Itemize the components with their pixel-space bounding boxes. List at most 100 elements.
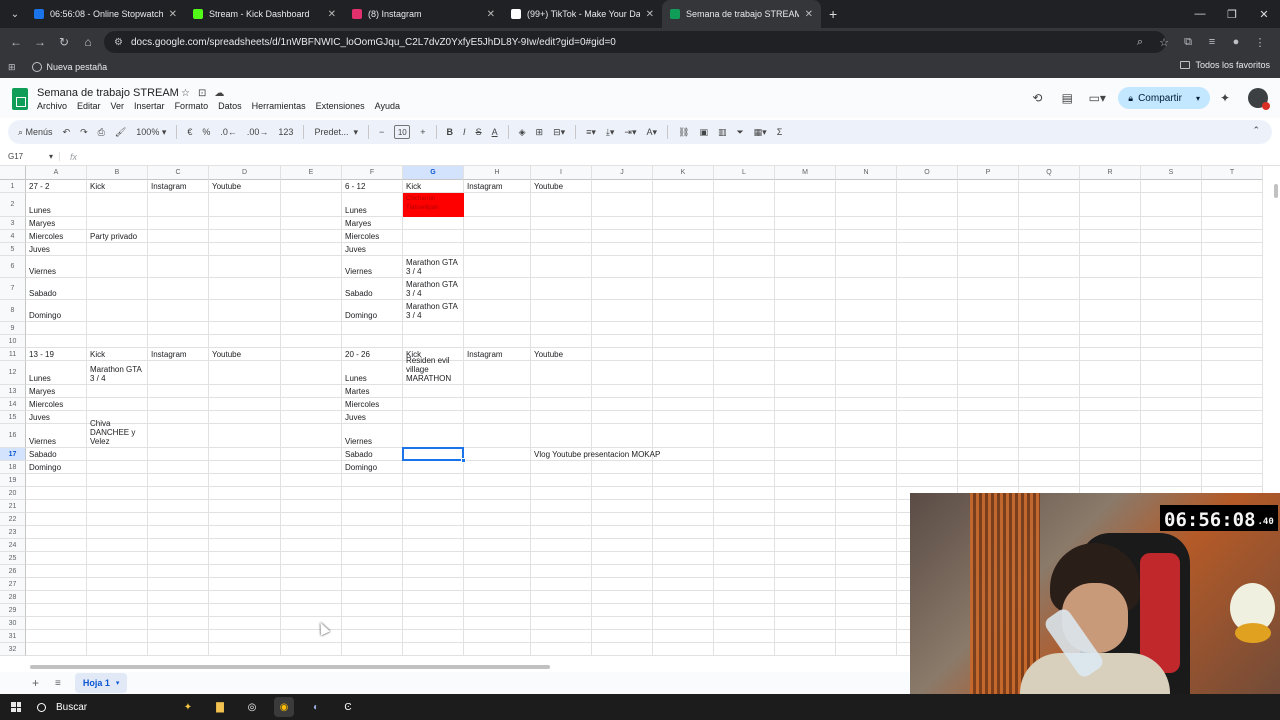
history-icon[interactable]: ⟲ xyxy=(1022,86,1052,110)
decrease-decimals[interactable]: .0 ← xyxy=(220,127,237,137)
bold-icon[interactable]: B xyxy=(447,127,454,137)
row-header[interactable]: 15 xyxy=(0,411,26,424)
column-header[interactable]: C xyxy=(148,166,209,180)
row-header[interactable]: 21 xyxy=(0,500,26,513)
fill-handle[interactable] xyxy=(461,458,466,463)
cell-a13[interactable]: Maryes xyxy=(26,385,87,398)
font-size-decrease[interactable]: − xyxy=(379,127,384,137)
cell-a4[interactable]: Miercoles xyxy=(26,230,87,243)
browser-menu-icon[interactable]: ⋮ xyxy=(1248,30,1272,54)
close-window-icon[interactable]: ✕ xyxy=(1248,0,1280,28)
bookmark-star-icon[interactable]: ☆ xyxy=(1152,30,1176,54)
row-header[interactable]: 29 xyxy=(0,604,26,617)
cell-f16[interactable]: Viernes xyxy=(342,424,403,448)
chevron-up-icon[interactable]: ⌃ xyxy=(1252,125,1260,136)
row-header[interactable]: 9 xyxy=(0,322,26,335)
column-header[interactable]: E xyxy=(281,166,342,180)
profile-icon[interactable]: ● xyxy=(1224,30,1248,54)
font-size-input[interactable]: 10 xyxy=(394,125,411,139)
zoom-icon[interactable]: ⌕ xyxy=(1128,30,1152,54)
column-header[interactable]: O xyxy=(897,166,958,180)
cell-f3[interactable]: Maryes xyxy=(342,217,403,230)
cell-i1[interactable]: Youtube xyxy=(531,180,592,193)
back-icon[interactable]: ← xyxy=(4,30,28,54)
column-header[interactable]: I xyxy=(531,166,592,180)
account-avatar[interactable] xyxy=(1248,88,1270,110)
menu-item[interactable]: Editar xyxy=(77,101,101,111)
cell-f1[interactable]: 6 - 12 xyxy=(342,180,403,193)
close-tab-icon[interactable]: ✕ xyxy=(328,9,336,20)
text-color-icon[interactable]: A xyxy=(492,127,498,137)
cell-f2[interactable]: Lunes xyxy=(342,193,403,217)
cell-f15[interactable]: Juves xyxy=(342,411,403,424)
cell-f11[interactable]: 20 - 26 xyxy=(342,348,403,361)
cell-a11[interactable]: 13 - 19 xyxy=(26,348,87,361)
cell-a1[interactable]: 27 - 2 xyxy=(26,180,87,193)
cell-a5[interactable]: Juves xyxy=(26,243,87,256)
selected-cell[interactable] xyxy=(402,447,464,461)
row-header[interactable]: 28 xyxy=(0,591,26,604)
insert-comment-icon[interactable]: ▣ xyxy=(699,127,708,138)
row-header[interactable]: 5 xyxy=(0,243,26,256)
column-header[interactable]: D xyxy=(209,166,281,180)
column-header[interactable]: Q xyxy=(1019,166,1080,180)
app-icon[interactable]: ◎ xyxy=(242,697,262,717)
menu-item[interactable]: Archivo xyxy=(37,101,67,111)
cell-f18[interactable]: Domingo xyxy=(342,461,403,474)
meet-icon[interactable]: ▭▾ xyxy=(1082,86,1112,110)
close-tab-icon[interactable]: ✕ xyxy=(169,9,177,20)
cell-i17[interactable]: Vlog Youtube presentacion MOKAP xyxy=(531,448,722,461)
fill-color-icon[interactable]: ◈ xyxy=(519,127,526,138)
row-header[interactable]: 24 xyxy=(0,539,26,552)
horizontal-scrollbar[interactable] xyxy=(30,664,910,670)
row-header[interactable]: 3 xyxy=(0,217,26,230)
cell-a17[interactable]: Sabado xyxy=(26,448,87,461)
cell-g6[interactable]: Marathon GTA 3 / 4 xyxy=(403,256,464,278)
home-icon[interactable]: ⌂ xyxy=(76,30,100,54)
cell-a3[interactable]: Maryes xyxy=(26,217,87,230)
menu-item[interactable]: Ver xyxy=(111,101,125,111)
currency-format[interactable]: € xyxy=(187,127,192,137)
cell-h11[interactable]: Instagram xyxy=(464,348,531,361)
all-sheets-icon[interactable]: ≡ xyxy=(55,678,61,689)
row-header[interactable]: 10 xyxy=(0,335,26,348)
row-header[interactable]: 26 xyxy=(0,565,26,578)
cell-a14[interactable]: Miercoles xyxy=(26,398,87,411)
cell-b11[interactable]: Kick xyxy=(87,348,148,361)
italic-icon[interactable]: I xyxy=(463,127,466,137)
add-sheet-icon[interactable]: + xyxy=(32,676,39,690)
strikethrough-icon[interactable]: S xyxy=(476,127,482,137)
sheets-logo-icon[interactable] xyxy=(12,88,28,110)
cell-d1[interactable]: Youtube xyxy=(209,180,281,193)
column-header[interactable]: G xyxy=(403,166,464,180)
browser-tab[interactable]: (99+) TikTok - Make Your Day ✕ xyxy=(503,0,662,28)
redo-icon[interactable]: ↷ xyxy=(80,127,88,138)
tab-search-icon[interactable]: ⌄ xyxy=(4,3,26,25)
menu-item[interactable]: Extensiones xyxy=(316,101,365,111)
row-header[interactable]: 6 xyxy=(0,256,26,278)
row-header[interactable]: 31 xyxy=(0,630,26,643)
cell-b1[interactable]: Kick xyxy=(87,180,148,193)
cell-f6[interactable]: Viernes xyxy=(342,256,403,278)
cell-i11[interactable]: Youtube xyxy=(531,348,592,361)
star-icon[interactable]: ☆ xyxy=(181,88,190,99)
menu-item[interactable]: Datos xyxy=(218,101,242,111)
bookmark-new-tab[interactable]: Nueva pestaña xyxy=(31,62,107,72)
file-explorer-icon[interactable]: ▇ xyxy=(210,697,230,717)
vertical-align-icon[interactable]: ⤓▾ xyxy=(606,127,615,138)
copilot-icon[interactable]: ✦ xyxy=(178,697,198,717)
sheet-tab-hoja1[interactable]: Hoja 1 ▾ xyxy=(74,673,128,693)
font-select[interactable]: Predet... ▾ xyxy=(314,127,358,138)
browser-tab[interactable]: Semana de trabajo STREAM - H ✕ xyxy=(662,0,821,28)
cell-a6[interactable]: Viernes xyxy=(26,256,87,278)
row-header[interactable]: 22 xyxy=(0,513,26,526)
column-header[interactable]: S xyxy=(1141,166,1202,180)
row-header[interactable]: 1 xyxy=(0,180,26,193)
scrollbar-thumb[interactable] xyxy=(30,665,550,669)
row-header[interactable]: 18 xyxy=(0,461,26,474)
app-icon[interactable]: Ͼ xyxy=(338,697,358,717)
row-header[interactable]: 4 xyxy=(0,230,26,243)
media-icon[interactable]: ≡ xyxy=(1200,30,1224,54)
column-header[interactable]: M xyxy=(775,166,836,180)
cell-f5[interactable]: Juves xyxy=(342,243,403,256)
